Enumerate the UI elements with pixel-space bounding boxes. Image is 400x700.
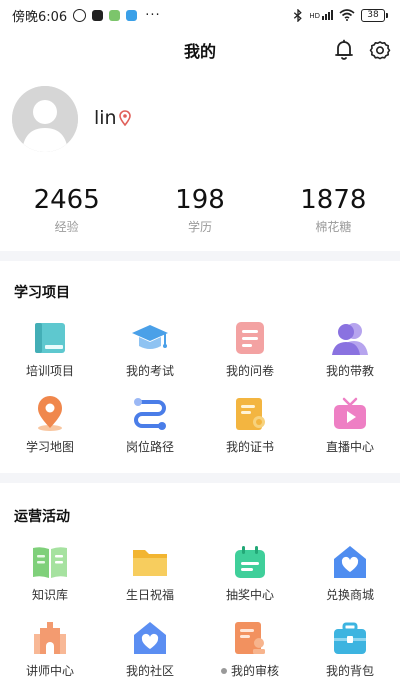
- mentor-icon: [330, 318, 370, 358]
- username: lin: [94, 107, 117, 129]
- grid-item-lottery[interactable]: 抽奖中心: [200, 542, 300, 608]
- grid-item-career-path[interactable]: 岗位路径: [100, 394, 200, 460]
- operations-grid: 知识库 生日祝福 抽奖中心 兑换商城 讲师中心 我的社区 我的审核 我的背包: [0, 542, 400, 684]
- stat-education[interactable]: 198 学历: [133, 184, 266, 240]
- grid-label: 我的审核: [220, 662, 279, 679]
- grid-item-birthday-wishes[interactable]: 生日祝福: [100, 542, 200, 608]
- grid-item-certificate[interactable]: 我的证书: [200, 394, 300, 460]
- gear-icon: [369, 41, 391, 60]
- backpack-icon: [330, 618, 370, 658]
- castle-icon: [30, 618, 70, 658]
- grid-item-mentoring[interactable]: 我的带教: [300, 318, 400, 384]
- calendar-icon: [230, 542, 270, 582]
- wifi-icon: [339, 9, 355, 21]
- page-header: 我的: [0, 30, 400, 70]
- grid-label: 我的问卷: [225, 364, 274, 378]
- grid-label: 兑换商城: [325, 588, 374, 602]
- section-divider: [0, 473, 400, 483]
- stat-label: 学历: [187, 220, 212, 234]
- more-notifications-icon: ···: [145, 7, 161, 23]
- grid-item-community[interactable]: 我的社区: [100, 618, 200, 684]
- page-title: 我的: [183, 42, 216, 61]
- grid-item-exam[interactable]: 我的考试: [100, 318, 200, 384]
- grid-item-lecturer-center[interactable]: 讲师中心: [0, 618, 100, 684]
- stat-value: 1878: [300, 185, 367, 215]
- username-wrap: lin: [94, 107, 131, 129]
- avatar[interactable]: [12, 86, 78, 152]
- certificate-icon: [230, 394, 270, 434]
- grid-item-knowledge-base[interactable]: 知识库: [0, 542, 100, 608]
- section-divider: [0, 251, 400, 261]
- stat-marshmallow[interactable]: 1878 棉花糖: [267, 184, 400, 240]
- learning-section: 学习项目 培训项目 我的考试 我的问卷 我的带教 学习地图 岗位路径 我的证书 …: [0, 282, 400, 462]
- heart-home-icon: [330, 542, 370, 582]
- grid-label: 培训项目: [25, 364, 74, 378]
- location-pin-icon: [118, 110, 131, 126]
- book-icon: [30, 318, 70, 358]
- stat-value: 2465: [33, 185, 100, 215]
- grid-label-text: 我的审核: [230, 664, 279, 678]
- open-book-icon: [30, 542, 70, 582]
- grid-label: 我的社区: [125, 664, 174, 678]
- grid-item-review[interactable]: 我的审核: [200, 618, 300, 684]
- map-pin-icon: [30, 394, 70, 434]
- battery-icon: 38: [361, 8, 388, 22]
- grid-label: 讲师中心: [25, 664, 74, 678]
- profile-section: lin: [0, 80, 400, 160]
- stat-label: 经验: [54, 220, 79, 234]
- section-title: 运营活动: [14, 509, 70, 525]
- app-notification-icon: [92, 9, 104, 21]
- grid-label: 生日祝福: [125, 588, 174, 602]
- path-icon: [130, 394, 170, 434]
- grid-label: 我的证书: [225, 440, 274, 454]
- bluetooth-icon: [294, 8, 303, 22]
- app-notification-icon: [109, 9, 121, 21]
- grid-item-live[interactable]: 直播中心: [300, 394, 400, 460]
- stat-value: 198: [175, 185, 225, 215]
- community-icon: [130, 618, 170, 658]
- grid-label: 直播中心: [325, 440, 374, 454]
- stats-row: 2465 经验 198 学历 1878 棉花糖: [0, 184, 400, 240]
- review-icon: [230, 618, 270, 658]
- grid-label: 我的带教: [325, 364, 374, 378]
- status-time: 傍晚6:06: [12, 9, 68, 25]
- settings-button[interactable]: [368, 38, 392, 62]
- alarm-clock-icon: [73, 8, 87, 22]
- stat-label: 棉花糖: [315, 220, 352, 234]
- folder-icon: [130, 542, 170, 582]
- learning-grid: 培训项目 我的考试 我的问卷 我的带教 学习地图 岗位路径 我的证书 直播中心: [0, 318, 400, 460]
- grid-label: 学习地图: [25, 440, 74, 454]
- questionnaire-icon: [230, 318, 270, 358]
- grid-label: 抽奖中心: [225, 588, 274, 602]
- tv-icon: [330, 394, 370, 434]
- grid-item-backpack[interactable]: 我的背包: [300, 618, 400, 684]
- grid-item-questionnaire[interactable]: 我的问卷: [200, 318, 300, 384]
- grid-item-redeem-mall[interactable]: 兑换商城: [300, 542, 400, 608]
- download-notification-icon: [126, 9, 138, 21]
- grid-label: 岗位路径: [125, 440, 174, 454]
- grid-label: 我的背包: [325, 664, 374, 678]
- notification-button[interactable]: [332, 38, 356, 62]
- default-avatar-icon: [12, 86, 78, 152]
- grid-item-learning-map[interactable]: 学习地图: [0, 394, 100, 460]
- status-bar: 傍晚6:06 ··· HD 38: [0, 0, 400, 30]
- grid-label: 知识库: [31, 588, 68, 602]
- stat-experience[interactable]: 2465 经验: [0, 184, 133, 240]
- section-title: 学习项目: [14, 285, 70, 301]
- graduation-cap-icon: [130, 318, 170, 358]
- unread-dot-icon: [220, 667, 227, 674]
- signal-icon: HD: [309, 10, 333, 20]
- bell-icon: [335, 39, 353, 60]
- battery-level: 38: [361, 8, 385, 22]
- grid-item-training[interactable]: 培训项目: [0, 318, 100, 384]
- grid-label: 我的考试: [125, 364, 174, 378]
- operations-section: 运营活动 知识库 生日祝福 抽奖中心 兑换商城 讲师中心 我的社区 我的审核 我…: [0, 506, 400, 696]
